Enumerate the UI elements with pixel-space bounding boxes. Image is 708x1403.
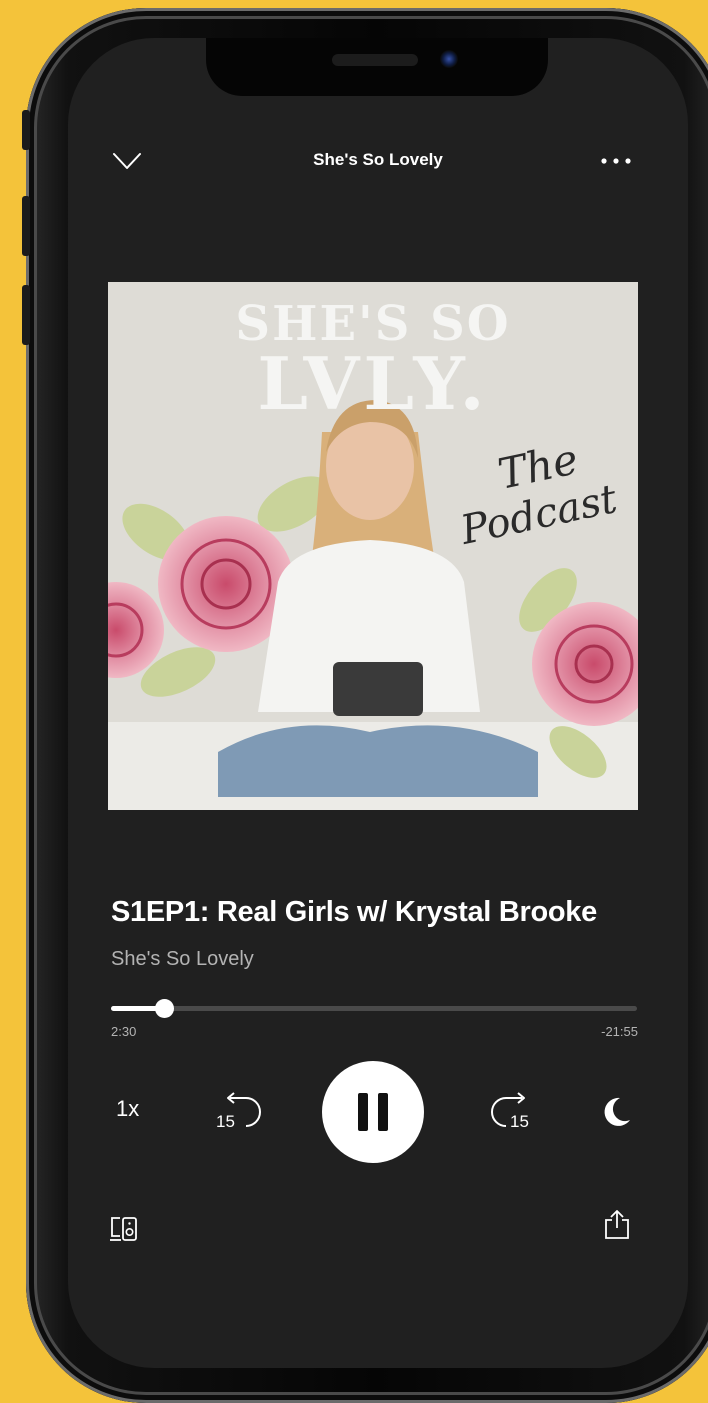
- moon-icon: [604, 1097, 630, 1126]
- header-title: She's So Lovely: [313, 150, 443, 169]
- episode-title: S1EP1: Real Girls w/ Krystal Brooke: [111, 896, 597, 928]
- podcast-cover-art: SHE'S SO LVLY. The Podcast: [108, 282, 638, 810]
- skip-forward-label: 15: [510, 1112, 529, 1131]
- volume-down-button: [22, 285, 30, 345]
- volume-up-button: [22, 196, 30, 256]
- more-icon: [601, 158, 631, 164]
- chevron-down-icon: [113, 153, 141, 169]
- show-name[interactable]: She's So Lovely: [111, 948, 254, 971]
- mute-switch: [22, 110, 30, 150]
- progress-bar[interactable]: [111, 999, 637, 1018]
- skip-forward-15-button[interactable]: 15: [488, 1090, 542, 1134]
- earpiece-speaker: [332, 54, 418, 66]
- collapse-player-button[interactable]: [110, 144, 144, 178]
- pause-icon: [358, 1093, 388, 1131]
- skip-back-label: 15: [216, 1112, 235, 1131]
- notch: [206, 38, 548, 96]
- cover-title-line2: LVLY.: [257, 341, 489, 426]
- sleep-timer-button[interactable]: [598, 1094, 634, 1130]
- devices-icon: [110, 1217, 137, 1241]
- rewind-15-icon: 15: [216, 1092, 261, 1131]
- playback-speed-button[interactable]: 1x: [116, 1096, 139, 1122]
- pause-button[interactable]: [322, 1061, 424, 1163]
- forward-15-icon: 15: [491, 1092, 529, 1131]
- share-icon: [605, 1210, 629, 1239]
- elapsed-time: 2:30: [111, 1024, 137, 1039]
- progress-thumb[interactable]: [154, 999, 174, 1018]
- front-camera: [440, 50, 458, 68]
- connect-devices-button[interactable]: [108, 1214, 142, 1244]
- remaining-time: -21:55: [601, 1024, 638, 1039]
- player-screen: She's So Lovely SHE'S SO LVLY. The Podca…: [68, 38, 688, 1368]
- share-button[interactable]: [602, 1208, 632, 1242]
- cover-title: SHE'S SO LVLY.: [108, 300, 638, 420]
- skip-back-15-button[interactable]: 15: [210, 1090, 264, 1134]
- more-options-button[interactable]: [596, 148, 636, 174]
